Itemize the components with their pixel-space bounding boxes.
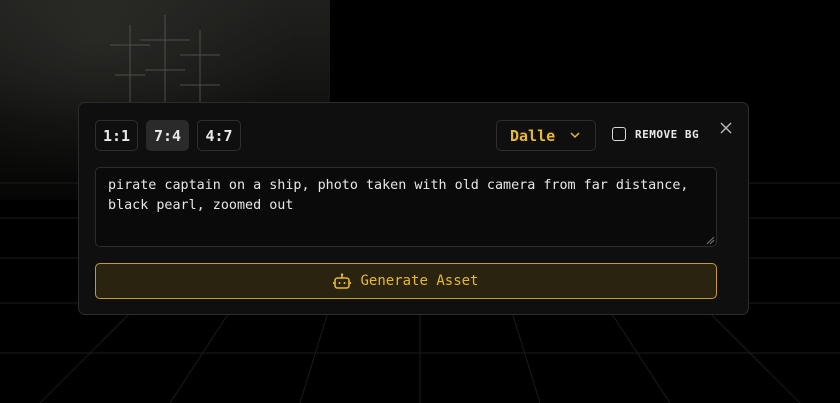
- resize-grip-icon[interactable]: [706, 236, 715, 245]
- ratio-7-4-button[interactable]: 7:4: [146, 120, 189, 151]
- remove-bg-toggle[interactable]: REMOVE BG: [612, 127, 699, 141]
- model-select[interactable]: Dalle: [496, 120, 596, 151]
- ratio-4-7-button[interactable]: 4:7: [197, 120, 241, 151]
- remove-bg-label: REMOVE BG: [635, 127, 700, 141]
- model-select-value: Dalle: [510, 126, 556, 145]
- ratio-1-1-button[interactable]: 1:1: [95, 120, 138, 151]
- robot-icon: [333, 273, 352, 289]
- generate-asset-dialog: 1:1 7:4 4:7 Dalle REMOVE BG pirate capta…: [78, 102, 749, 315]
- chevron-down-icon: [570, 132, 580, 139]
- generate-button-label: Generate Asset: [360, 273, 479, 289]
- remove-bg-checkbox[interactable]: [612, 127, 626, 141]
- close-icon[interactable]: [719, 121, 733, 135]
- generate-asset-button[interactable]: Generate Asset: [95, 263, 717, 299]
- prompt-input[interactable]: pirate captain on a ship, photo taken wi…: [95, 167, 717, 247]
